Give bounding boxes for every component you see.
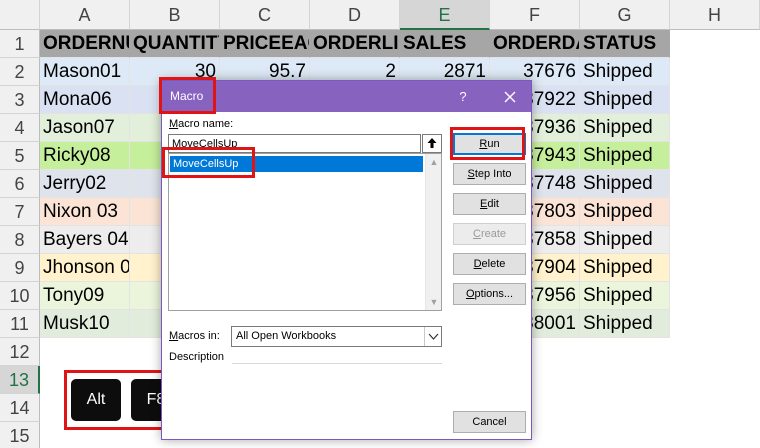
cancel-button[interactable]: Cancel: [453, 411, 526, 433]
table-cell[interactable]: Shipped: [580, 226, 670, 254]
row-header[interactable]: 8: [0, 226, 40, 254]
chevron-down-icon[interactable]: [424, 327, 441, 346]
table-cell[interactable]: Jerry02: [40, 170, 130, 198]
macro-list[interactable]: MoveCellsUp ▲ ▼: [168, 153, 442, 311]
header-cell[interactable]: ORDERLIN: [310, 30, 400, 58]
table-cell[interactable]: Mona06: [40, 86, 130, 114]
row-header[interactable]: 13: [0, 366, 40, 394]
row-header[interactable]: 2: [0, 58, 40, 86]
table-cell[interactable]: Shipped: [580, 310, 670, 338]
row-header[interactable]: 5: [0, 142, 40, 170]
close-icon[interactable]: [498, 85, 522, 109]
macro-list-item[interactable]: MoveCellsUp: [170, 156, 423, 172]
row-header[interactable]: 14: [0, 394, 40, 422]
scroll-down-icon[interactable]: ▼: [429, 297, 439, 307]
row-header[interactable]: 15: [0, 422, 40, 448]
edit-button[interactable]: Edit: [453, 193, 526, 215]
row-header[interactable]: 11: [0, 310, 40, 338]
table-cell[interactable]: Mason01: [40, 58, 130, 86]
table-cell[interactable]: Jhonson 0: [40, 254, 130, 282]
column-header-d[interactable]: D: [310, 0, 400, 30]
delete-button[interactable]: Delete: [453, 253, 526, 275]
header-cell[interactable]: SALES: [400, 30, 490, 58]
header-cell[interactable]: ORDERDA: [490, 30, 580, 58]
table-cell[interactable]: Shipped: [580, 114, 670, 142]
header-cell[interactable]: ORDERNU: [40, 30, 130, 58]
description-divider: [232, 363, 442, 364]
row-header[interactable]: 1: [0, 30, 40, 58]
macro-name-label: Macro name:: [169, 118, 234, 130]
row-header[interactable]: 10: [0, 282, 40, 310]
row-header[interactable]: 9: [0, 254, 40, 282]
table-cell[interactable]: Shipped: [580, 86, 670, 114]
row-header[interactable]: 12: [0, 338, 40, 366]
help-button[interactable]: ?: [453, 87, 473, 107]
list-scrollbar[interactable]: ▲ ▼: [425, 154, 441, 310]
column-header-e[interactable]: E: [400, 0, 490, 30]
select-all-corner[interactable]: [0, 0, 40, 30]
table-cell[interactable]: Shipped: [580, 170, 670, 198]
header-cell[interactable]: STATUS: [580, 30, 670, 58]
table-cell[interactable]: Jason07: [40, 114, 130, 142]
table-cell[interactable]: Shipped: [580, 254, 670, 282]
dialog-title: Macro: [170, 89, 204, 103]
table-cell[interactable]: Musk10: [40, 310, 130, 338]
run-button[interactable]: Run: [453, 133, 526, 155]
column-header-f[interactable]: F: [490, 0, 580, 30]
row-header[interactable]: 6: [0, 170, 40, 198]
row-header[interactable]: 4: [0, 114, 40, 142]
column-header-b[interactable]: B: [130, 0, 220, 30]
macros-in-dropdown[interactable]: All Open Workbooks: [231, 326, 442, 347]
scroll-up-icon[interactable]: ▲: [429, 157, 439, 167]
table-cell[interactable]: Bayers 04: [40, 226, 130, 254]
table-cell[interactable]: Shipped: [580, 58, 670, 86]
options-button[interactable]: Options...: [453, 283, 526, 305]
macros-in-label: Macros in:: [169, 330, 220, 342]
step-into-button[interactable]: Step Into: [453, 163, 526, 185]
table-cell[interactable]: Shipped: [580, 282, 670, 310]
table-cell[interactable]: Ricky08: [40, 142, 130, 170]
row-header[interactable]: 3: [0, 86, 40, 114]
column-header-c[interactable]: C: [220, 0, 310, 30]
header-cell[interactable]: QUANTITY: [130, 30, 220, 58]
table-cell[interactable]: Tony09: [40, 282, 130, 310]
table-cell[interactable]: Nixon 03: [40, 198, 130, 226]
table-cell[interactable]: Shipped: [580, 142, 670, 170]
alt-key: Alt: [71, 379, 121, 421]
macros-in-value: All Open Workbooks: [236, 330, 337, 342]
macro-name-input[interactable]: [168, 134, 421, 153]
table-cell[interactable]: Shipped: [580, 198, 670, 226]
column-header-a[interactable]: A: [40, 0, 130, 30]
header-cell[interactable]: PRICEEACH: [220, 30, 310, 58]
macro-dialog: Macro ? Macro name: MoveCellsUp ▲ ▼ Run …: [161, 80, 532, 440]
up-arrow-icon[interactable]: [422, 134, 442, 153]
dialog-titlebar[interactable]: Macro ?: [162, 81, 531, 112]
column-header-h[interactable]: H: [670, 0, 760, 30]
row-header[interactable]: 7: [0, 198, 40, 226]
column-header-g[interactable]: G: [580, 0, 670, 30]
description-label: Description: [169, 351, 225, 363]
create-button[interactable]: Create: [453, 223, 526, 245]
